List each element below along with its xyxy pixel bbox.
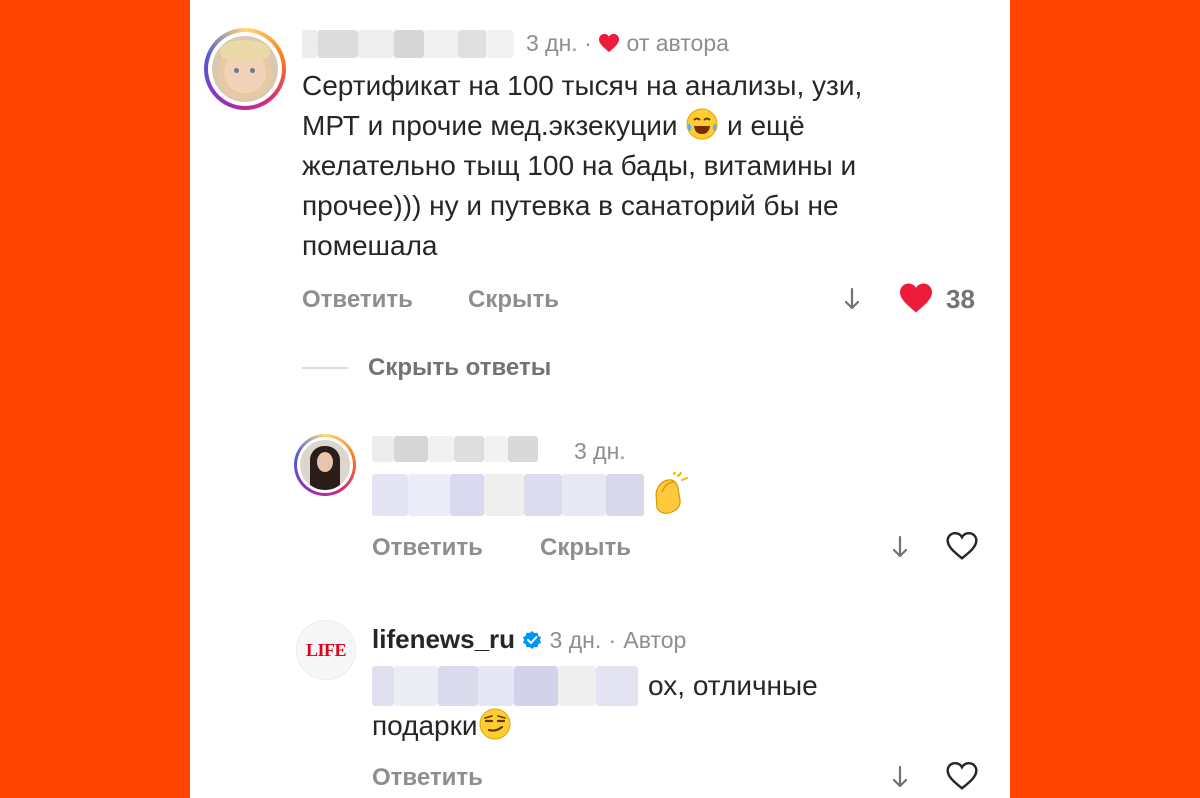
heart-outline-icon <box>946 761 978 790</box>
reply2-avatar[interactable]: LIFE <box>296 620 356 680</box>
smirking-face-emoji-icon <box>479 708 510 740</box>
comment1-avatar[interactable] <box>204 28 286 110</box>
comment1-line: желательно тыщ 100 на бады, витамины и <box>302 150 857 181</box>
reply1-username-blurred[interactable] <box>372 436 558 462</box>
replies-divider-line <box>302 367 348 369</box>
reply2-translate-button[interactable] <box>886 762 914 792</box>
comment1-reply-button[interactable]: Ответить <box>302 286 413 314</box>
comment1-username-blurred[interactable] <box>302 30 514 58</box>
heart-outline-icon <box>946 531 978 560</box>
comment1-text: Сертификат на 100 тысяч на анализы, узи,… <box>302 66 1002 266</box>
reply1-translate-button[interactable] <box>886 532 914 562</box>
hide-replies-button[interactable]: Скрыть ответы <box>368 354 551 382</box>
comment1-line-with-emoji: МРТ и прочие мед.экзекуции и ещё <box>302 106 1002 146</box>
clapping-hands-emoji-icon <box>655 472 688 514</box>
verified-badge-icon <box>523 631 542 649</box>
comment1-line: Сертификат на 100 тысяч на анализы, узи, <box>302 70 863 101</box>
reply2-time: 3 дн. <box>549 627 602 653</box>
comment1-meta: 3 дн. · от автора <box>526 30 729 57</box>
comment1-like-count: 38 <box>946 284 975 314</box>
woman-avatar-photo <box>300 440 350 490</box>
liked-by-author-label: от автора <box>626 30 729 56</box>
reply1-like-button[interactable] <box>942 528 982 564</box>
reply1-hide-button[interactable]: Скрыть <box>540 534 631 562</box>
reply1-time: 3 дн. <box>574 438 626 464</box>
arrow-down-icon <box>892 535 908 558</box>
arrow-down-icon <box>844 287 860 310</box>
reply2-text-line2: подарки <box>372 706 512 746</box>
comment1-like-button[interactable] <box>896 280 936 316</box>
arrow-down-icon <box>892 765 908 788</box>
comment1-line: прочее))) ну и путевка в санаторий бы не <box>302 190 839 221</box>
comment1-hide-button[interactable]: Скрыть <box>468 286 559 314</box>
reply2-text-line1: ох, отличные <box>648 670 818 701</box>
meta-dot: · <box>608 627 617 653</box>
reply2-header: lifenews_ru 3 дн. · Автор <box>372 624 686 655</box>
reply1-avatar[interactable] <box>294 434 356 496</box>
author-label: Автор <box>623 627 687 653</box>
child-avatar-photo <box>212 36 278 102</box>
reply2-username[interactable]: lifenews_ru <box>372 624 515 654</box>
comment1-translate-button[interactable] <box>838 284 866 314</box>
reply1-text-blurred <box>372 474 644 516</box>
reply2-mention-blurred <box>372 666 638 706</box>
comment1-line: помешала <box>302 230 438 261</box>
comment1-time: 3 дн. <box>526 30 578 56</box>
laughing-crying-emoji-icon <box>686 108 718 140</box>
heart-filled-icon <box>900 283 932 313</box>
life-logo-text: LIFE <box>305 639 347 660</box>
comments-panel: 3 дн. · от автора Сертификат на 100 тыся… <box>190 0 1010 798</box>
reply2-reply-button[interactable]: Ответить <box>372 764 483 792</box>
reply2-like-button[interactable] <box>942 758 982 794</box>
reply1-reply-button[interactable]: Ответить <box>372 534 483 562</box>
meta-dot: · <box>584 30 592 56</box>
heart-filled-icon <box>599 33 620 53</box>
